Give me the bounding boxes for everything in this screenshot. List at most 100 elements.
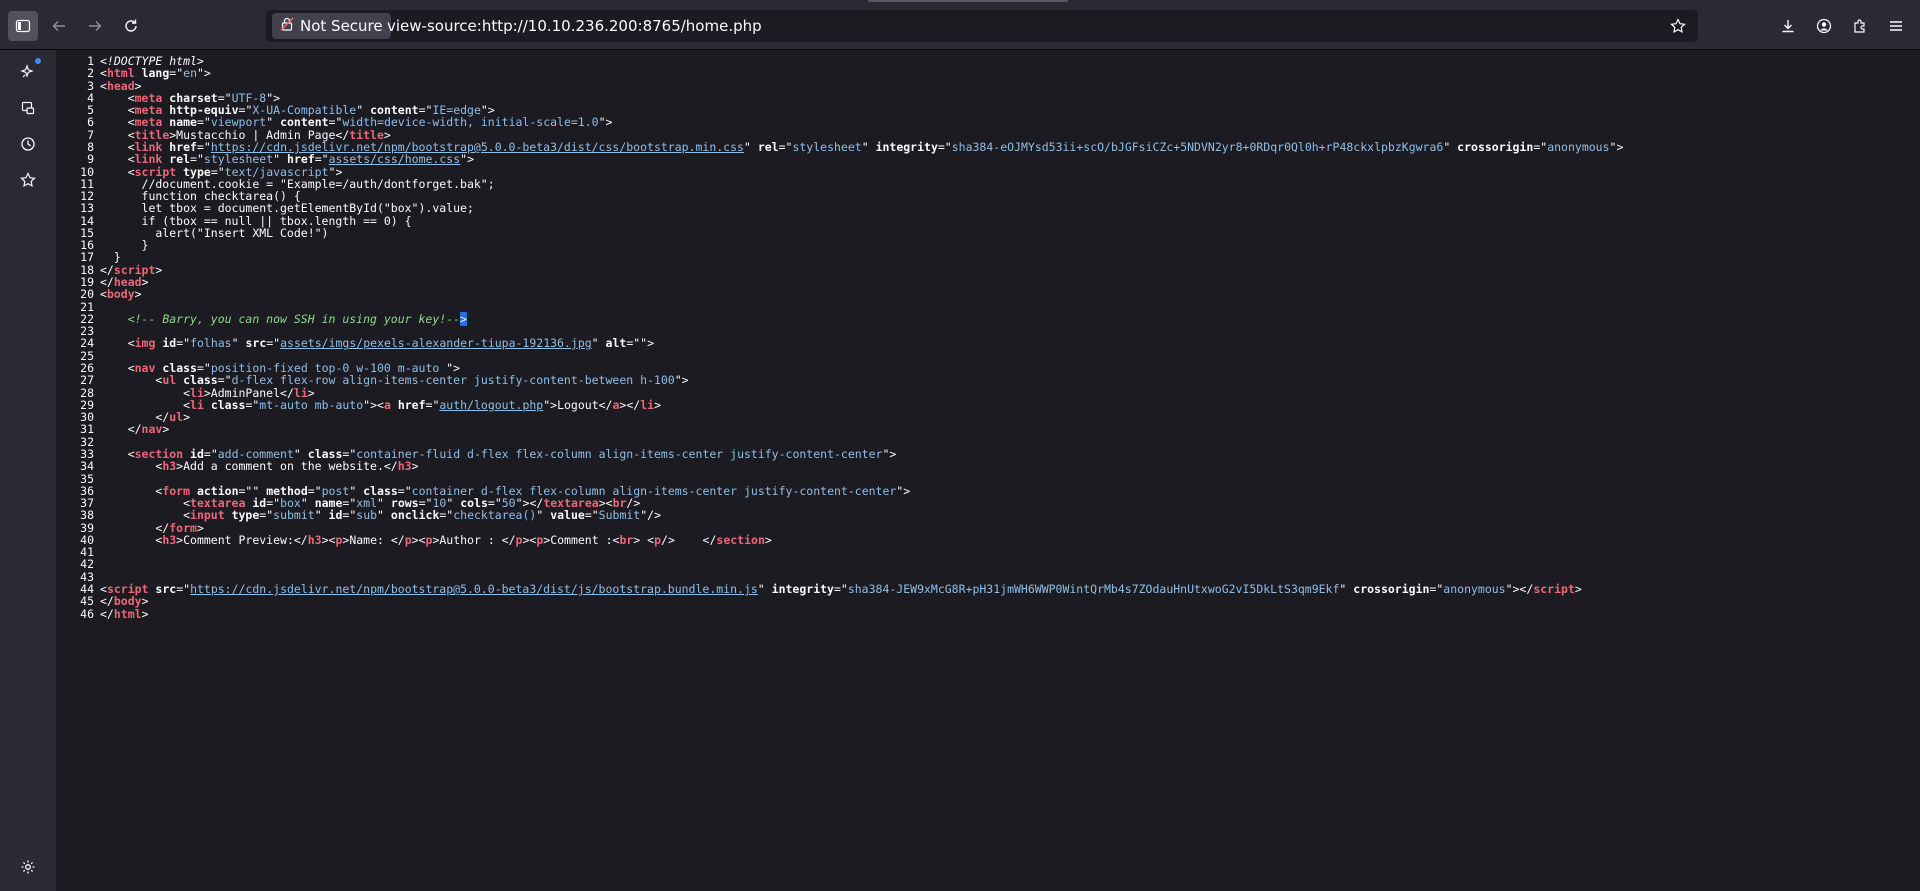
code-text: " — [757, 582, 772, 597]
code-text: > — [162, 422, 170, 437]
site-security-button[interactable]: Not Secure — [272, 13, 391, 39]
code-text: "> — [1609, 139, 1624, 154]
code-text: > — [155, 262, 163, 277]
attribute-name: crossorigin — [1353, 582, 1430, 597]
source-line: 46 </html> — [56, 606, 148, 622]
attribute-name: src — [245, 336, 267, 351]
code-text: > — [411, 459, 419, 474]
attribute-name: id — [328, 508, 343, 523]
code-text: >< — [321, 532, 336, 547]
attribute-value: checktarea() — [453, 508, 537, 523]
tag-name: ul — [169, 410, 184, 425]
code-text: ></ — [619, 397, 641, 412]
reload-icon[interactable] — [116, 11, 146, 41]
sidebar-icon[interactable] — [8, 11, 38, 41]
security-label: Not Secure — [300, 17, 383, 35]
synced-tabs-icon[interactable] — [14, 94, 42, 122]
history-icon[interactable] — [14, 130, 42, 158]
code-text: < — [100, 532, 163, 547]
tag-name: p — [404, 532, 412, 547]
attribute-name: lang — [141, 66, 170, 81]
code-text: > — [1574, 582, 1582, 597]
source-line: 40 <h3>Comment Preview:</h3><p>Name: </p… — [56, 533, 772, 548]
tag-name: h3 — [162, 532, 177, 547]
code-text: " — [1443, 139, 1458, 154]
code-text: =" — [342, 508, 357, 523]
hamburger-menu-icon[interactable] — [1881, 11, 1911, 41]
tag-name: nav — [141, 422, 163, 437]
tag-name: br — [619, 532, 634, 547]
source-line: 44 <script src="https://cdn.jsdelivr.net/… — [56, 582, 1582, 597]
attribute-name: class — [210, 397, 246, 412]
code-text: =" — [584, 508, 599, 523]
source-link[interactable]: https://cdn.jsdelivr.net/npm/bootstrap@5… — [190, 582, 758, 596]
tag-name: h3 — [307, 532, 322, 547]
tag-name: img — [134, 336, 156, 351]
attribute-value: anonymous — [1547, 139, 1610, 154]
tab-strip-indicator — [868, 0, 1068, 2]
tag-name: p — [654, 532, 662, 547]
code-text: >Comment :< — [543, 532, 620, 547]
back-arrow-icon[interactable] — [44, 11, 74, 41]
code-text: </ — [100, 606, 114, 621]
attribute-name: type — [231, 508, 260, 523]
attribute-name: integrity — [771, 582, 834, 597]
code-text: =" — [1533, 139, 1548, 154]
attribute-value: sha384-eOJMYsd53ii+scO/bJGFsiCZc+5NDVN2y… — [951, 139, 1444, 154]
code-text: > — [654, 397, 661, 412]
forward-arrow-icon[interactable] — [80, 11, 110, 41]
code-text: >Add a comment on the website.</ — [176, 459, 398, 474]
puzzle-icon[interactable] — [1845, 11, 1875, 41]
attribute-value: Submit — [598, 508, 641, 523]
attribute-value: mt-auto mb-auto — [259, 397, 364, 412]
code-text: =" — [176, 582, 191, 597]
code-text: > — [141, 275, 149, 290]
source-line: 34 <h3>Add a comment on the website.</h3… — [56, 459, 419, 474]
code-text: > — [134, 287, 142, 302]
view-source-content[interactable]: 1 <!DOCTYPE html> 2 <html lang="en"> 3 <head>… — [56, 54, 1920, 891]
code-text: >Name: </ — [342, 532, 405, 547]
attribute-value: sha384-JEW9xMcG8R+pH31jmWH6WWP0WintQrMb4… — [847, 582, 1340, 597]
code-text: " — [314, 508, 329, 523]
attribute-name: id — [162, 336, 177, 351]
star-icon[interactable] — [1664, 12, 1692, 40]
code-text: " — [377, 508, 391, 523]
source-line: 24 <img id="folhas" src="assets/imgs/pex… — [56, 336, 654, 351]
code-text: < — [100, 287, 107, 302]
url-bar[interactable]: Not Secure view-source:http://10.10.236.… — [266, 10, 1698, 42]
attribute-value: anonymous — [1443, 582, 1506, 597]
tag-name: h3 — [162, 459, 177, 474]
attribute-value: container-fluid d-flex flex-column align… — [356, 446, 883, 461]
tag-name: li — [640, 397, 655, 412]
code-text: =" — [937, 139, 952, 154]
attribute-name: href — [397, 397, 426, 412]
bookmarks-star-icon[interactable] — [14, 166, 42, 194]
gear-icon[interactable] — [14, 853, 42, 881]
line-number: 46 — [80, 606, 94, 621]
code-text: " — [536, 508, 551, 523]
code-text: "/> — [640, 508, 661, 523]
url-text[interactable]: view-source:http://10.10.236.200:8765/ho… — [387, 17, 762, 35]
code-text: >< — [522, 532, 537, 547]
attribute-value: sub — [356, 508, 378, 523]
source-link[interactable]: auth/logout.php — [439, 398, 543, 412]
attribute-value: submit — [273, 508, 315, 523]
code-text: > — [183, 410, 191, 425]
code-text: > < — [633, 532, 655, 547]
account-icon[interactable] — [1809, 11, 1839, 41]
code-text: > — [764, 532, 772, 547]
notification-dot — [35, 58, 41, 64]
attribute-value: stylesheet — [792, 139, 862, 154]
code-text: " — [591, 336, 606, 351]
download-icon[interactable] — [1773, 11, 1803, 41]
source-link[interactable]: assets/imgs/pexels-alexander-tiupa-19213… — [280, 336, 592, 350]
code-text: " — [861, 139, 876, 154]
code-text: =" — [833, 582, 848, 597]
attribute-name: rel — [757, 139, 779, 154]
attribute-name: alt — [605, 336, 627, 351]
source-link[interactable]: assets/css/home.css — [329, 152, 461, 166]
code-text: =" — [266, 336, 281, 351]
browser-sidebar — [0, 50, 57, 891]
